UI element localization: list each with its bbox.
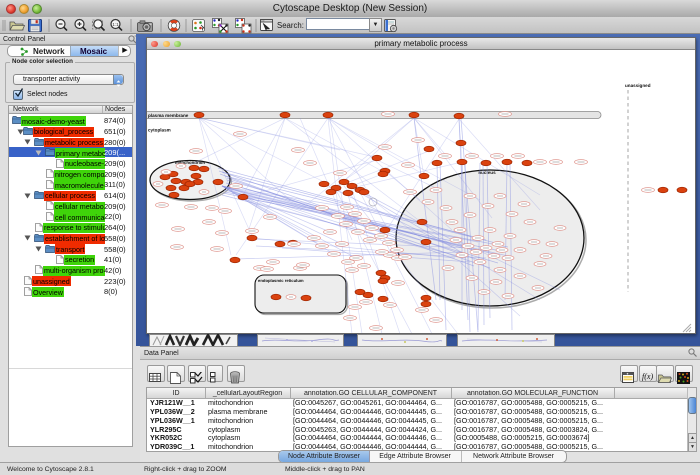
svg-text:1:1: 1:1 — [112, 22, 119, 27]
svg-text:Search:: Search: — [277, 21, 304, 30]
svg-text:unassigned: unassigned — [625, 83, 651, 88]
svg-text:plasma membrane: plasma membrane — [148, 113, 189, 118]
svg-text:cytoplasm: cytoplasm — [148, 128, 171, 133]
svg-text:endoplasmic reticulum: endoplasmic reticulum — [258, 278, 304, 283]
